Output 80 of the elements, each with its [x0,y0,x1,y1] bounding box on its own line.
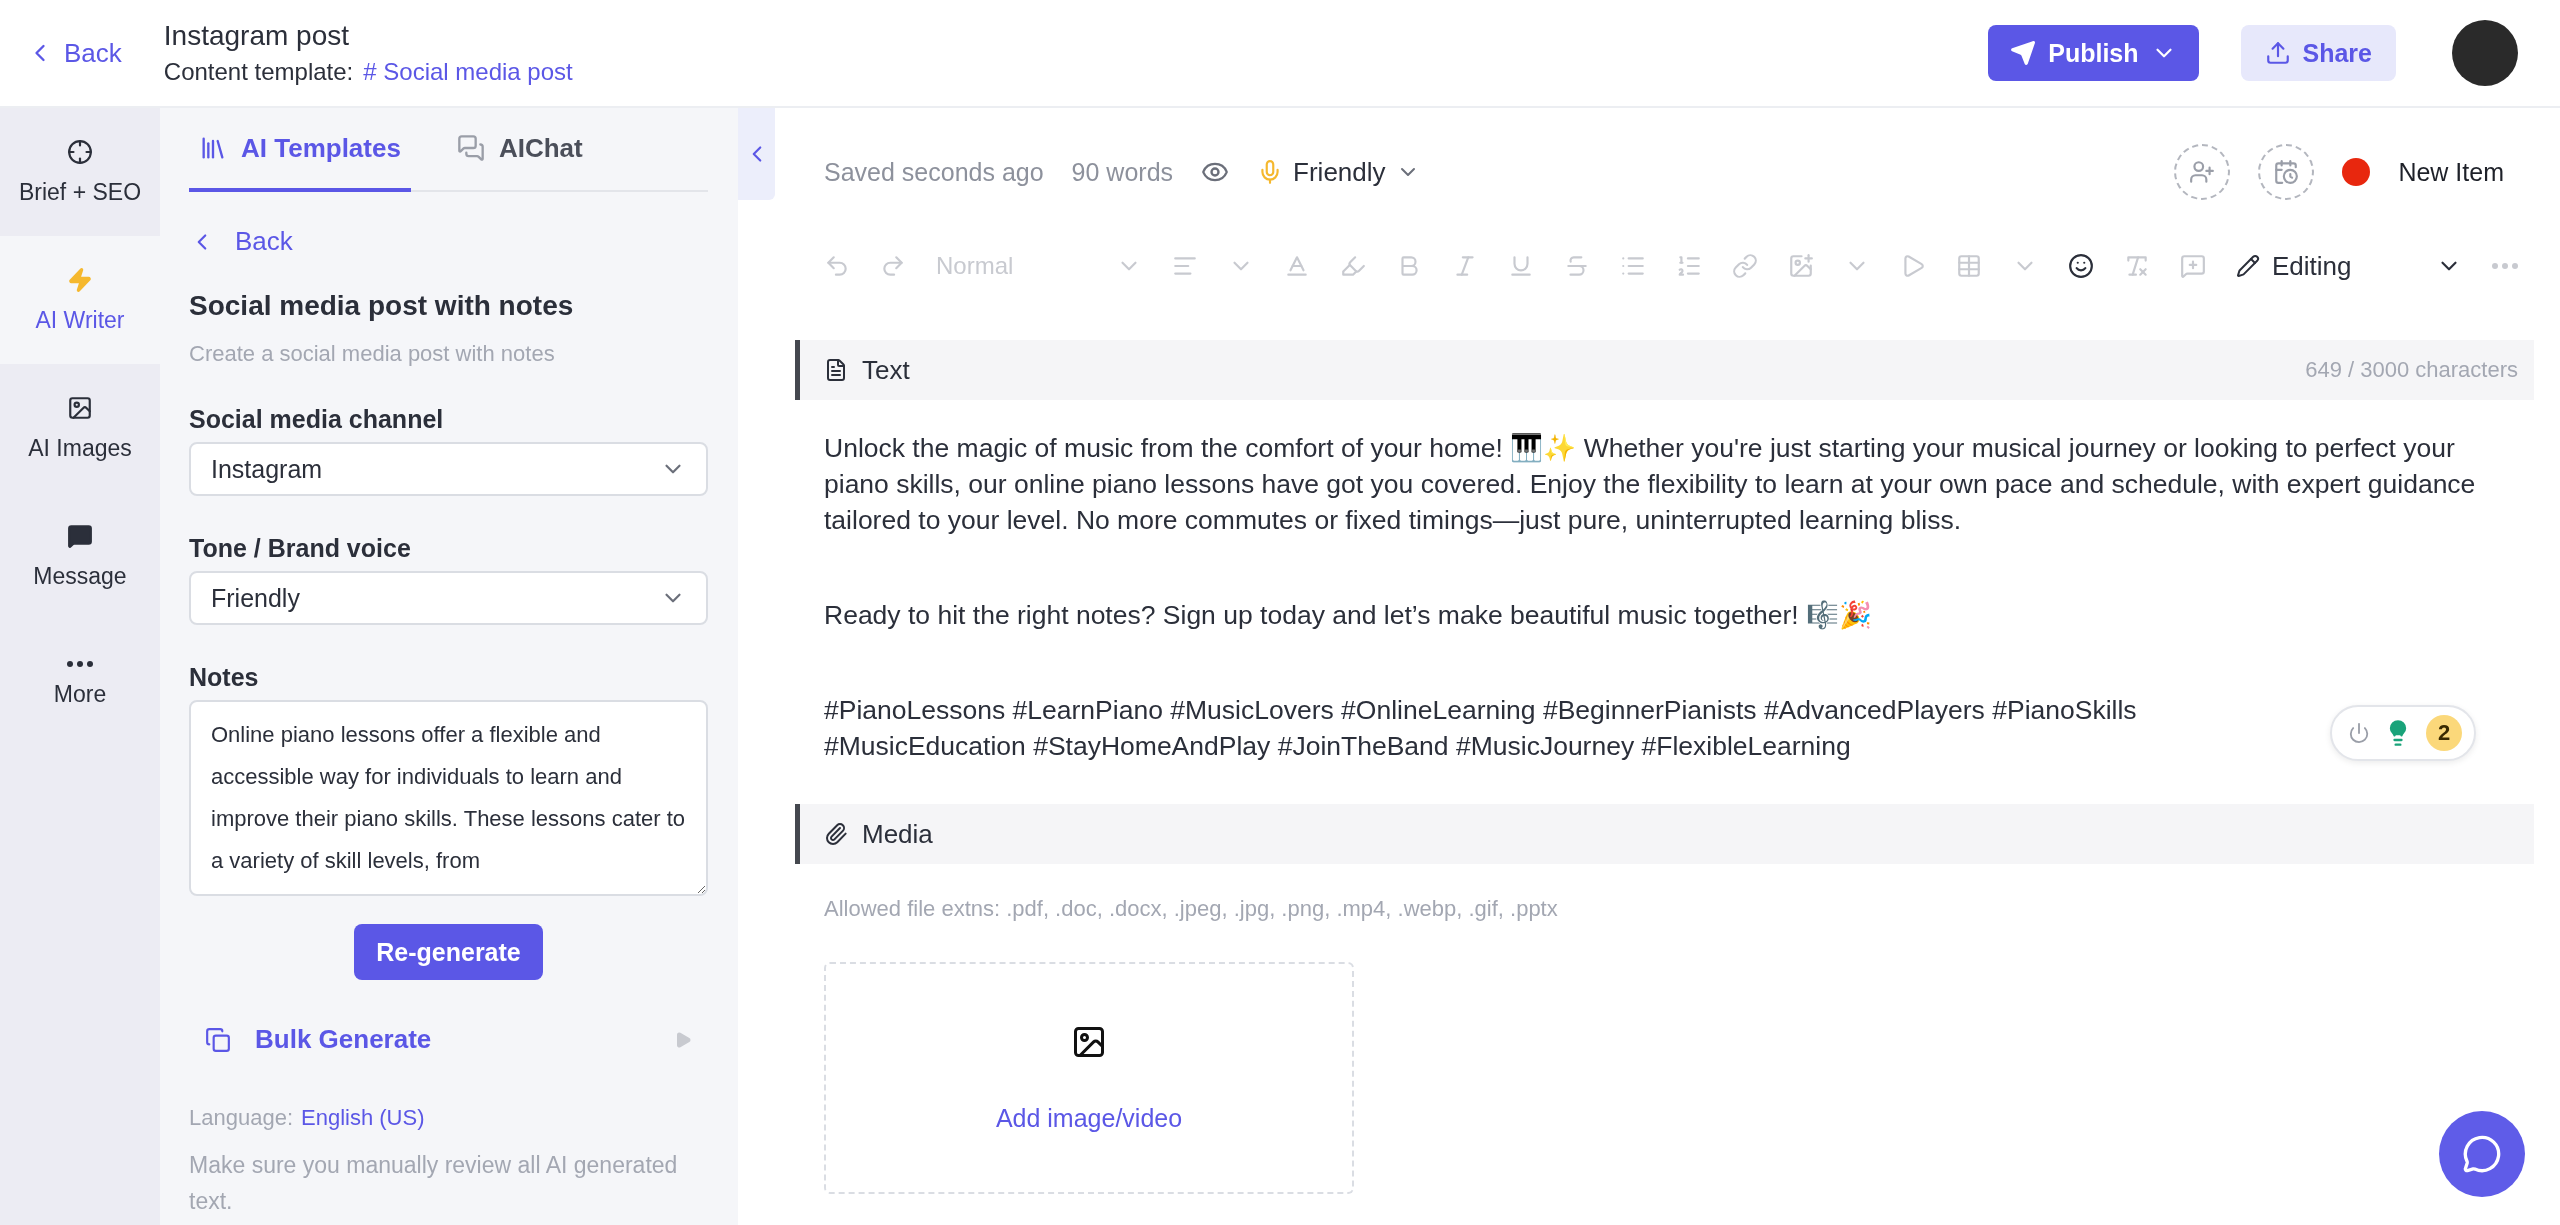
undo-icon[interactable] [824,253,850,279]
template-description: Create a social media post with notes [189,341,556,367]
table-icon[interactable] [1956,253,1982,279]
text-color-icon[interactable] [1284,253,1310,279]
sidebar-item[interactable]: More [0,620,160,748]
panel-tab[interactable]: AI Templates [189,108,411,192]
chat-bubble-icon [2462,1134,2502,1174]
template-label: Content template: [163,58,354,86]
sidebar-label: AI Images [28,434,132,462]
document-icon [824,358,848,382]
sidebar-item[interactable]: AI Images [0,364,160,492]
status-label: New Item [2398,157,2504,187]
collapse-button[interactable] [738,108,775,200]
power-icon[interactable] [2348,722,2370,744]
user-plus-icon [2189,159,2216,185]
back-link[interactable]: Back [26,37,122,69]
tone-dropdown[interactable]: Friendly [1257,156,1420,188]
copy-icon [205,1026,231,1053]
sidebar-label: More [53,680,107,708]
sidebar-item[interactable]: Message [0,492,160,620]
emoji-icon[interactable] [2068,253,2094,279]
more-icon [67,660,93,667]
link-icon[interactable] [1732,253,1758,279]
file-types-hint: Allowed file extns: .pdf, .doc, .docx, .jpeg, .jpg, .png, .mp4, .webp, .gif, .pptx [824,896,1559,922]
panel-tab[interactable]: AIChat [446,108,593,192]
saved-status: Saved seconds ago [824,157,1044,187]
field-label: Social media channel [189,405,445,434]
select-field[interactable]: Instagram [189,442,708,496]
section-title: Media [862,818,934,850]
share-button[interactable]: Share [2240,25,2396,81]
chat-bubbles-icon [456,134,485,162]
regenerate-button[interactable]: Re-generate [354,924,543,980]
word-count: 90 words [1071,157,1174,187]
template-link[interactable]: # Social media post [363,58,573,86]
back-link[interactable]: Back [189,226,293,257]
paperclip-icon [824,822,848,846]
template-title: Social media post with notes [189,290,575,322]
redo-icon[interactable] [880,253,906,279]
section-title: Text [862,354,911,386]
strikethrough-icon[interactable] [1564,253,1590,279]
numbered-list-icon[interactable] [1676,253,1702,279]
underline-icon[interactable] [1508,253,1534,279]
crosshair-icon [67,138,93,165]
sidebar-label: Brief + SEO [18,178,142,206]
sidebar-label: Message [33,562,127,590]
sidebar-item[interactable]: Brief + SEO [0,108,160,236]
publish-button[interactable]: Publish [1988,25,2199,81]
message-icon [67,522,93,549]
editing-mode-select[interactable]: Editing [2236,250,2406,282]
sidebar-item[interactable]: AI Writer [0,236,160,364]
language-link[interactable]: English (US) [301,1105,425,1131]
image-icon[interactable] [1788,253,1814,279]
select-field[interactable]: Friendly [189,571,708,625]
more-icon[interactable] [2492,263,2518,269]
character-count: 649 / 3000 characters [2305,357,2518,383]
bulk-generate-link[interactable]: Bulk Generate [189,1024,708,1055]
field-label: Tone / Brand voice [189,534,412,563]
sidebar-label: AI Writer [35,306,125,334]
image-icon [67,394,93,421]
upload-dropzone[interactable]: Add image/video [824,962,1354,1194]
disclaimer-text: Make sure you manually review all AI generated text. [189,1151,679,1216]
upload-icon [2264,40,2291,66]
upload-label: Add image/video [995,1103,1183,1133]
post-paragraph: Unlock the magic of music from the comfort of your home! 🎹✨ Whether you're just starting your musical journey or looking to perfect your piano skills, our online piano lessons have got you covered. Enjoy the flexibility to learn at your own pace and schedule, with expert guidance tailored to your level. No more commutes or fixed timings—just pure, uninterrupted learning bliss. [823,432,2477,537]
post-paragraph: #PianoLessons #LearnPiano #MusicLovers #OnlineLearning #BeginnerPianists #AdvancedPlayers #PianoSkills #MusicEducation #StayHomeAndPlay #JoinTheBand #MusicJourney #FlexibleLearning [823,694,2138,763]
comment-icon[interactable] [2180,253,2206,279]
send-icon [2010,40,2037,66]
highlighter-icon[interactable] [1340,253,1366,279]
lightning-icon [67,266,93,293]
language-label: Language: [189,1105,293,1131]
assistant-widget[interactable]: 2 [2330,705,2476,761]
calendar-clock-icon [2273,159,2300,185]
suggestion-count: 2 [2426,715,2462,751]
play-icon [674,1030,692,1049]
clear-format-icon[interactable] [2124,253,2150,279]
page-title: Instagram post [163,20,350,52]
field-label: Notes [189,663,260,692]
post-paragraph: Ready to hit the right notes? Sign up today and let’s make beautiful music together! 🎼🎉 [823,599,1874,632]
notes-field[interactable]: Online piano lessons offer a flexible and accessible way for individuals to learn and improve their piano skills. These lessons cater to a variety of skill levels, from [189,700,708,896]
pencil-icon [2236,254,2260,278]
